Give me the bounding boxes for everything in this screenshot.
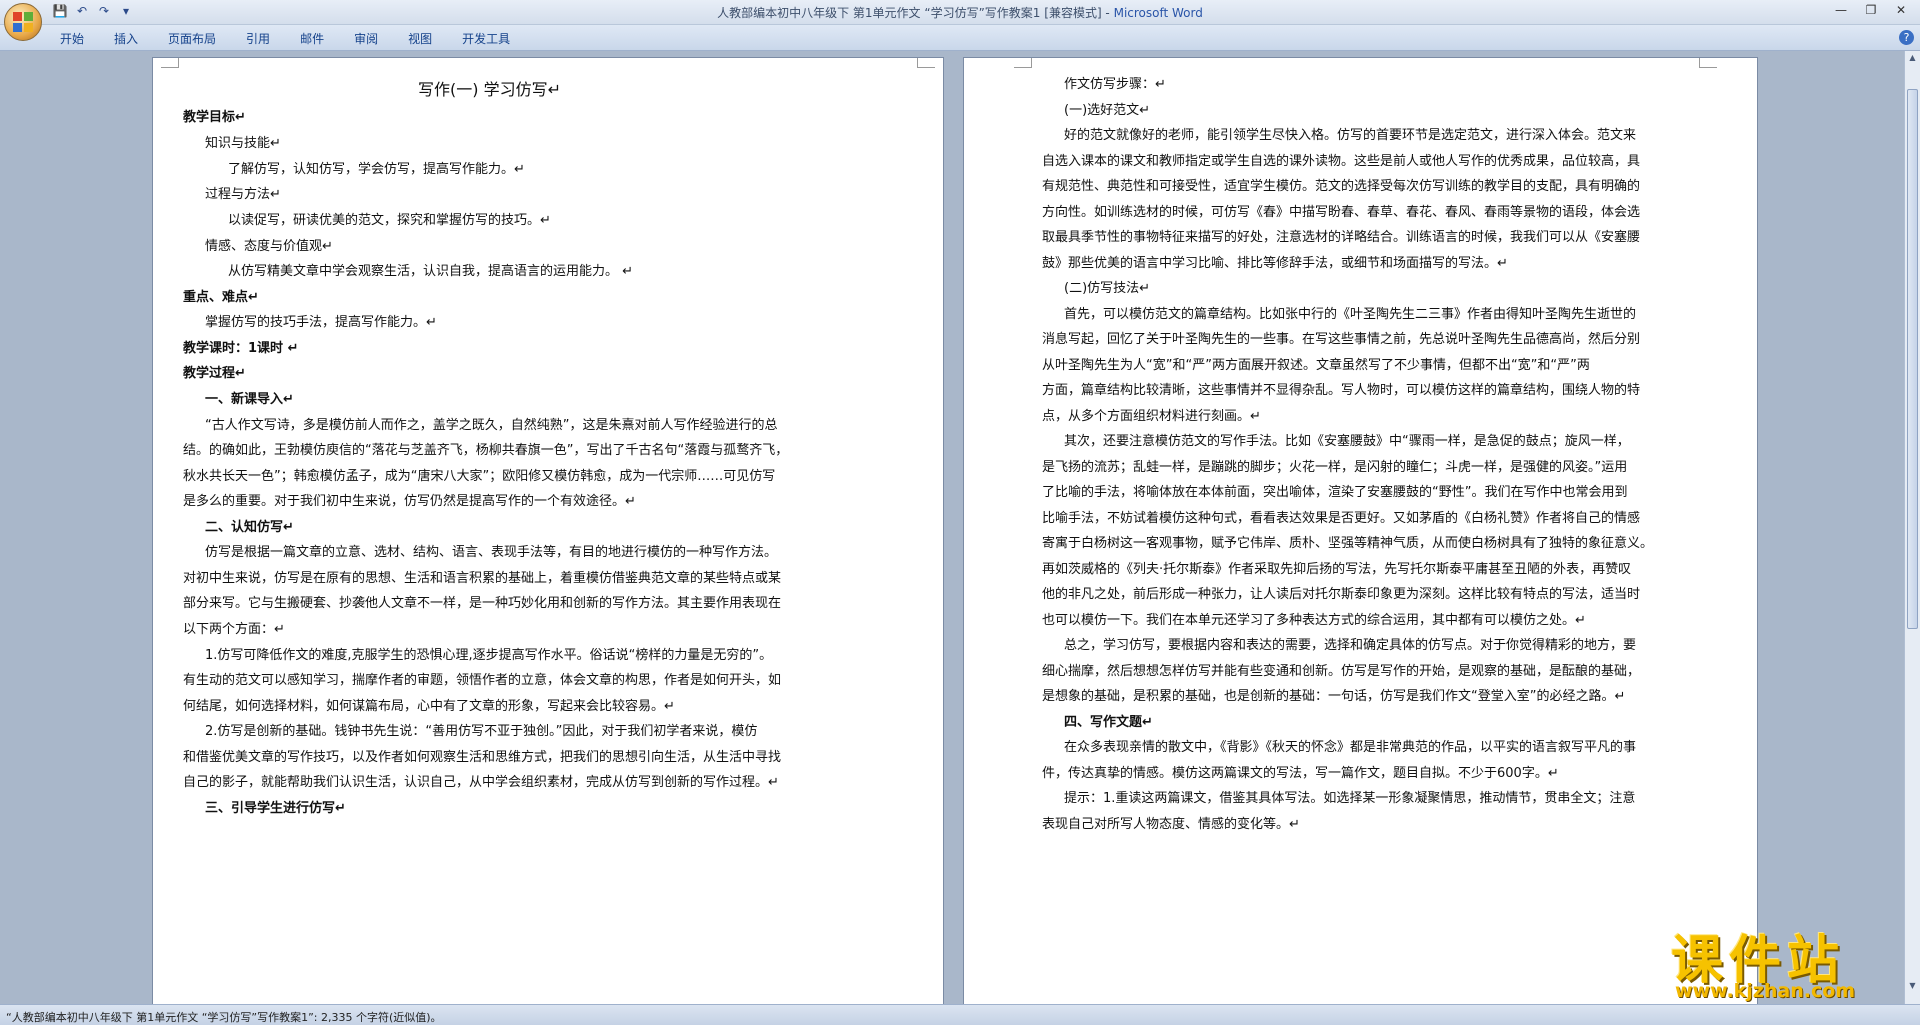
- document-line: 教学课时：1课时 ↵: [183, 341, 299, 356]
- document-line: 了比喻的手法，将喻体放在本体前面，突出喻体，渲染了安塞腰鼓的“野性”。我们在写作…: [1042, 485, 1628, 500]
- scroll-up-icon[interactable]: ▲: [1907, 53, 1918, 65]
- tab-5[interactable]: 审阅: [354, 30, 378, 47]
- page-corner-mark: [1699, 58, 1717, 68]
- document-line: 是飞扬的流苏；乱蛙一样，是蹦跳的脚步；火花一样，是闪射的瞳仁；斗虎一样，是强健的…: [1042, 460, 1628, 475]
- document-line: 从叶圣陶先生为人“宽”和“严”两方面展开叙述。文章虽然写了不少事情，但都不出“宽…: [1042, 358, 1590, 373]
- document-line: 结。的确如此，王勃模仿庾信的“落花与芝盖齐飞，杨柳共春旗一色”，写出了千古名句“…: [183, 443, 789, 458]
- document-name: 人教部编本初中八年级下 第1单元作文 “学习仿写”写作教案1 [兼容模式] -: [717, 6, 1114, 20]
- document-line: 提示：1.重读这两篇课文，借鉴其具体写法。如选择某一形象凝聚情思，推动情节，贯串…: [1064, 791, 1636, 806]
- office-logo-icon: [13, 12, 33, 32]
- document-line: 自己的影子，就能帮助我们认识生活，认识自己，从中学会组织素材，完成从仿写到创新的…: [183, 775, 779, 790]
- tab-1[interactable]: 插入: [114, 30, 138, 47]
- document-line: 过程与方法↵: [205, 187, 281, 202]
- restore-button[interactable]: ❐: [1856, 0, 1886, 20]
- document-line: 寄寓于白杨树这一客观事物，赋予它伟岸、质朴、坚强等精神气质，从而使白杨树具有了独…: [1042, 536, 1654, 551]
- tab-0[interactable]: 开始: [60, 30, 84, 47]
- document-line: 首先，可以模仿范文的篇章结构。比如张中行的《叶圣陶先生二三事》作者由得知叶圣陶先…: [1064, 307, 1637, 322]
- scroll-down-icon[interactable]: ▼: [1907, 981, 1918, 993]
- document-line: 取最具季节性的事物特征来描写的好处，注意选材的详略结合。训练语言的时候，我我们可…: [1042, 230, 1641, 245]
- status-bar: “人教部编本初中八年级下 第1单元作文 “学习仿写”写作教案1”: 2,335 …: [0, 1004, 1920, 1025]
- document-line: 对初中生来说，仿写是在原有的思想、生活和语言积累的基础上，着重模仿借鉴典范文章的…: [183, 571, 782, 586]
- watermark-url: www.kjzhan.com: [1675, 980, 1856, 1002]
- window-title: 人教部编本初中八年级下 第1单元作文 “学习仿写”写作教案1 [兼容模式] - …: [0, 4, 1920, 21]
- document-line: 方向性。如训练选材的时候，可仿写《春》中描写盼春、春草、春花、春风、春雨等景物的…: [1042, 205, 1641, 220]
- document-line: 以读促写，研读优美的范文，探究和掌握仿写的技巧。↵: [228, 213, 551, 228]
- document-line: (一)选好范文↵: [1064, 103, 1151, 118]
- document-line: 有生动的范文可以感知学习，揣摩作者的审题，领悟作者的立意，体会文章的构思，作者是…: [183, 673, 782, 688]
- document-line: 其次，还要注意模仿范文的写作手法。比如《安塞腰鼓》中“骤雨一样，是急促的鼓点；旋…: [1064, 434, 1630, 449]
- document-line: 重点、难点↵: [183, 290, 259, 305]
- help-icon[interactable]: ?: [1899, 30, 1914, 45]
- tab-6[interactable]: 视图: [408, 30, 432, 47]
- document-line: 以下两个方面：↵: [183, 622, 285, 637]
- document-line: 也可以模仿一下。我们在本单元还学习了多种表达方式的综合运用，其中都有可以模仿之处…: [1042, 613, 1586, 628]
- document-workspace[interactable]: 写作(一) 学习仿写↵ 教学目标↵ 知识与技能↵ 了解仿写，认知仿写，学会仿写，提高写…: [0, 51, 1904, 1004]
- scroll-thumb[interactable]: [1907, 89, 1918, 629]
- document-line: 作文仿写步骤：↵: [1064, 77, 1166, 92]
- document-line: 比喻手法，不妨试着模仿这种句式，看看表达效果是否更好。又如茅盾的《白杨礼赞》作者…: [1042, 511, 1641, 526]
- office-button[interactable]: [4, 3, 42, 41]
- status-word-count: “人教部编本初中八年级下 第1单元作文 “学习仿写”写作教案1”: 2,335 …: [6, 1011, 442, 1024]
- ribbon-tab-bar: 开始 插入 页面布局 引用 邮件 审阅 视图 开发工具 ?: [0, 25, 1920, 51]
- title-bar: 💾 ↶ ↷ ▾ 人教部编本初中八年级下 第1单元作文 “学习仿写”写作教案1 […: [0, 0, 1920, 25]
- document-line: 消息写起，回忆了关于叶圣陶先生的一些事。在写这些事情之前，先总说叶圣陶先生品德高…: [1042, 332, 1641, 347]
- tab-7[interactable]: 开发工具: [462, 30, 510, 47]
- app-name: Microsoft Word: [1113, 6, 1203, 20]
- tab-3[interactable]: 引用: [246, 30, 270, 47]
- document-line: 他的非凡之处，前后形成一种张力，让人读后对托尔斯泰印象更为深刻。这样比较有特点的…: [1042, 587, 1641, 602]
- document-line: 细心揣摩，然后想想怎样仿写并能有些变通和创新。仿写是写作的开始，是观察的基础，是…: [1042, 664, 1641, 679]
- document-line: 从仿写精美文章中学会观察生活，认识自我，提高语言的运用能力。 ↵: [228, 264, 634, 279]
- document-line: 秋水共长天一色”；韩愈模仿孟子，成为“唐宋八大家”；欧阳修又模仿韩愈，成为一代宗…: [183, 469, 776, 484]
- minimize-button[interactable]: —: [1826, 0, 1856, 20]
- document-line: 自选入课本的课文和教师指定或学生自选的课外读物。这些是前人或他人写作的优秀成果，…: [1042, 154, 1641, 169]
- document-line: 2.仿写是创新的基础。钱钟书先生说：“善用仿写不亚于独创。”因此，对于我们初学者…: [205, 724, 758, 739]
- document-line: (二)仿写技法↵: [1064, 281, 1151, 296]
- tab-4[interactable]: 邮件: [300, 30, 324, 47]
- document-line: 是多么的重要。对于我们初中生来说，仿写仍然是提高写作的一个有效途径。↵: [183, 494, 636, 509]
- document-line: 二、认知仿写↵: [205, 520, 294, 535]
- close-button[interactable]: ✕: [1886, 0, 1916, 20]
- page-corner-mark: [161, 58, 179, 68]
- page-corner-mark: [917, 58, 935, 68]
- document-line: “古人作文写诗，多是模仿前人而作之，盖学之既久，自然纯熟”，这是朱熹对前人写作经…: [205, 418, 778, 433]
- document-line: 仿写是根据一篇文章的立意、选材、结构、语言、表现手法等，有目的地进行模仿的一种写…: [205, 545, 778, 560]
- vertical-scrollbar[interactable]: ▲ ▼: [1904, 51, 1920, 1004]
- document-page-2[interactable]: 作文仿写步骤：↵ (一)选好范文↵ 好的范文就像好的老师，能引领学生尽快入格。仿写的…: [963, 57, 1758, 1004]
- document-line: 方面，篇章结构比较清晰，这些事情并不显得杂乱。写人物时，可以模仿这样的篇章结构，…: [1042, 383, 1641, 398]
- watermark-logo: 课件站 www.kjzhan.com: [1665, 920, 1905, 1004]
- document-line: 情感、态度与价值观↵: [205, 239, 333, 254]
- document-line: 在众多表现亲情的散文中，《背影》《秋天的怀念》都是非常典范的作品，以平实的语言叙…: [1064, 740, 1637, 755]
- document-line: 写作(一) 学习仿写↵: [418, 80, 561, 99]
- document-line: 教学过程↵: [183, 366, 246, 381]
- document-line: 1.仿写可降低作文的难度,克服学生的恐惧心理,逐步提高写作水平。俗话说“榜样的力…: [205, 648, 773, 663]
- document-line: 点，从多个方面组织材料进行刻画。↵: [1042, 409, 1261, 424]
- document-line: 好的范文就像好的老师，能引领学生尽快入格。仿写的首要环节是选定范文，进行深入体会…: [1064, 128, 1637, 143]
- ribbon-tabs: 开始 插入 页面布局 引用 邮件 审阅 视图 开发工具: [60, 30, 540, 47]
- document-page-1[interactable]: 写作(一) 学习仿写↵ 教学目标↵ 知识与技能↵ 了解仿写，认知仿写，学会仿写，提高写…: [152, 57, 944, 1004]
- document-line: 和借鉴优美文章的写作技巧，以及作者如何观察生活和思维方式，把我们的思想引向生活，…: [183, 750, 782, 765]
- tab-2[interactable]: 页面布局: [168, 30, 216, 47]
- document-line: 三、引导学生进行仿写↵: [205, 801, 346, 816]
- document-line: 部分来写。它与生搬硬套、抄袭他人文章不一样，是一种巧妙化用和创新的写作方法。其主…: [183, 596, 782, 611]
- document-line: 总之，学习仿写，要根据内容和表达的需要，选择和确定具体的仿写点。对于你觉得精彩的…: [1064, 638, 1637, 653]
- document-line: 是想象的基础，是积累的基础，也是创新的基础：一句话，仿写是我们作文“登堂入室”的…: [1042, 689, 1626, 704]
- document-line: 件，传达真挚的情感。模仿这两篇课文的写法，写一篇作文，题目自拟。不少于600字。…: [1042, 766, 1559, 781]
- document-line: 有规范性、典范性和可接受性，适宜学生模仿。范文的选择受每次仿写训练的教学目的支配…: [1042, 179, 1641, 194]
- document-line: 教学目标↵: [183, 110, 246, 125]
- document-line: 一、新课导入↵: [205, 392, 294, 407]
- document-line: 了解仿写，认知仿写，学会仿写，提高写作能力。↵: [228, 162, 525, 177]
- page-corner-mark: [1014, 58, 1032, 68]
- document-line: 知识与技能↵: [205, 136, 281, 151]
- document-line: 何结尾，如何选择材料，如何谋篇布局，心中有了文章的形象，写起来会比较容易。↵: [183, 699, 675, 714]
- document-line: 四、写作文题↵: [1064, 715, 1153, 730]
- document-line: 表现自己对所写人物态度、情感的变化等。↵: [1042, 817, 1300, 832]
- document-line: 再如茨威格的《列夫·托尔斯泰》作者采取先抑后扬的写法，先写托尔斯泰平庸甚至丑陋的…: [1042, 562, 1632, 577]
- document-line: 鼓》那些优美的语言中学习比喻、排比等修辞手法，或细节和场面描写的写法。↵: [1042, 256, 1508, 271]
- window-controls: — ❐ ✕: [1826, 0, 1916, 20]
- document-line: 掌握仿写的技巧手法，提高写作能力。↵: [205, 315, 437, 330]
